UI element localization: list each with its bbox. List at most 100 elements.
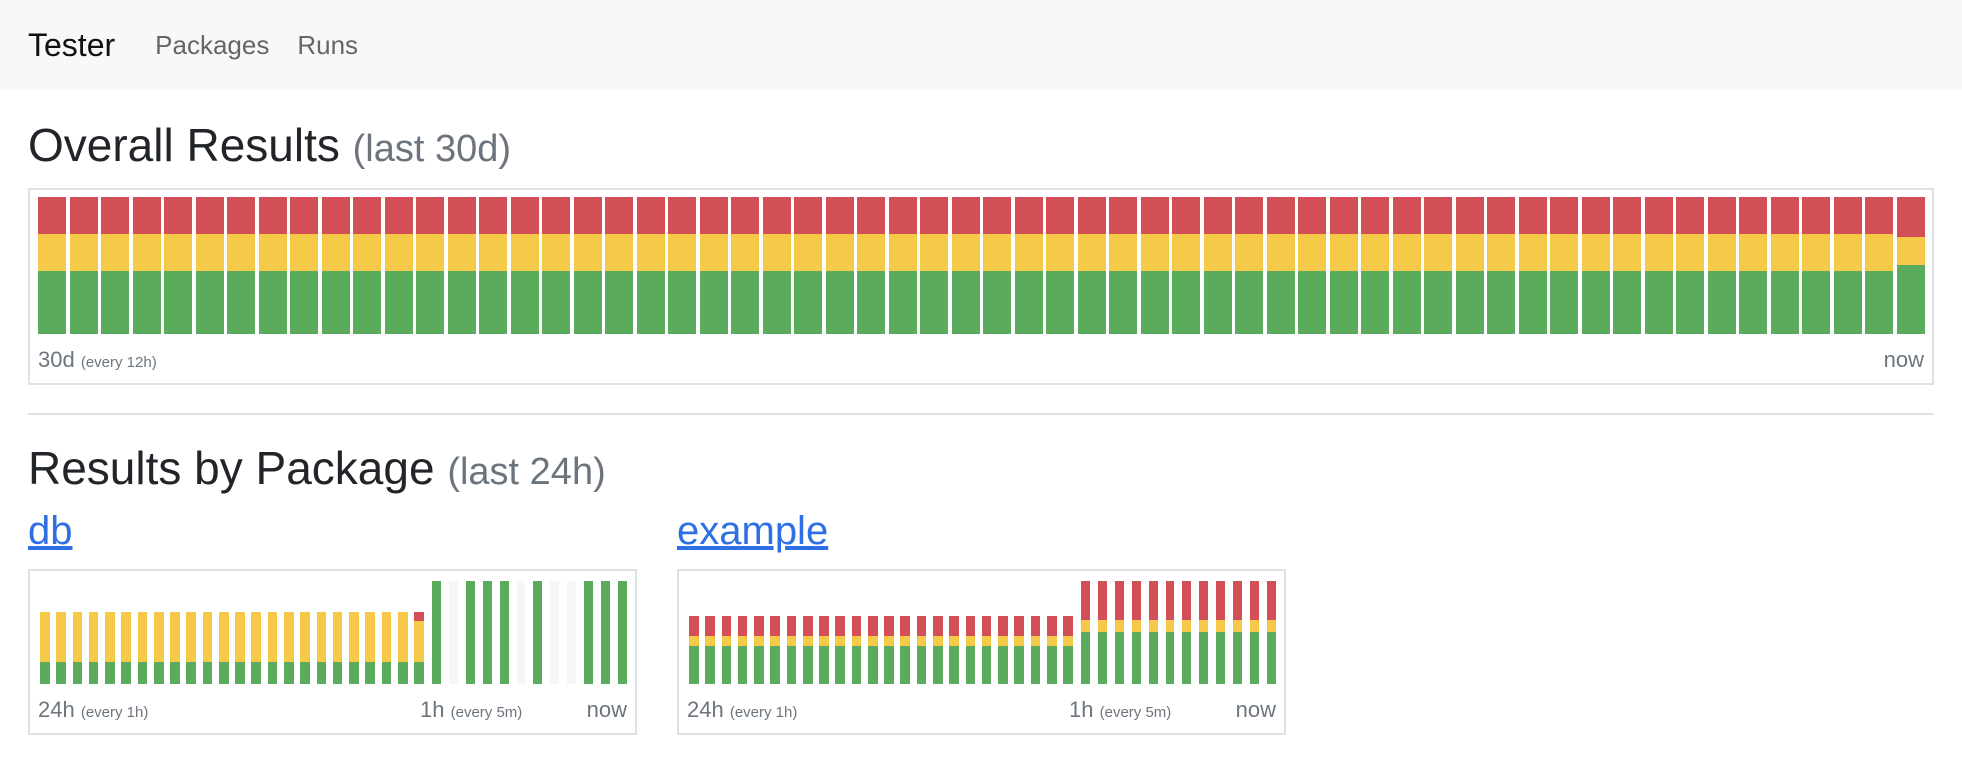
result-bar[interactable] <box>1077 197 1106 334</box>
result-bar[interactable] <box>1233 581 1243 684</box>
nav-link-packages[interactable]: Packages <box>155 30 269 61</box>
result-bar[interactable] <box>1109 197 1138 334</box>
result-bar[interactable] <box>283 611 294 684</box>
result-bar[interactable] <box>636 197 665 334</box>
result-bar[interactable] <box>414 611 424 684</box>
result-bar[interactable] <box>819 616 829 684</box>
result-bar[interactable] <box>550 581 560 684</box>
result-bar[interactable] <box>1131 581 1141 684</box>
result-bar[interactable] <box>668 197 697 334</box>
result-bar[interactable] <box>1250 581 1259 684</box>
result-bar[interactable] <box>1063 616 1073 684</box>
result-bar[interactable] <box>689 616 699 684</box>
result-bar[interactable] <box>949 616 959 684</box>
result-bar[interactable] <box>1455 197 1484 334</box>
result-bar[interactable] <box>170 611 180 684</box>
result-bar[interactable] <box>121 611 131 684</box>
package-link-db[interactable]: db <box>28 511 73 551</box>
result-bar[interactable] <box>432 581 441 684</box>
result-bar[interactable] <box>900 616 911 684</box>
result-bar[interactable] <box>1081 581 1090 684</box>
result-bar[interactable] <box>38 197 67 334</box>
result-bar[interactable] <box>1097 581 1107 684</box>
result-bar[interactable] <box>699 197 728 334</box>
result-bar[interactable] <box>1172 197 1201 334</box>
result-bar[interactable] <box>300 611 310 684</box>
result-bar[interactable] <box>983 197 1012 334</box>
result-bar[interactable] <box>1707 197 1736 334</box>
result-bar[interactable] <box>1550 197 1579 334</box>
result-bar[interactable] <box>888 197 917 334</box>
result-bar[interactable] <box>567 581 577 684</box>
result-bar[interactable] <box>1203 197 1232 334</box>
result-bar[interactable] <box>1046 616 1057 684</box>
result-bar[interactable] <box>465 581 475 684</box>
result-bar[interactable] <box>153 611 164 684</box>
result-bar[interactable] <box>965 616 976 684</box>
result-bar[interactable] <box>857 197 886 334</box>
result-bar[interactable] <box>137 611 148 684</box>
result-bar[interactable] <box>1298 197 1327 334</box>
result-bar[interactable] <box>762 197 791 334</box>
result-bar[interactable] <box>1644 197 1673 334</box>
result-bar[interactable] <box>353 197 382 334</box>
result-bar[interactable] <box>601 581 610 684</box>
result-bar[interactable] <box>1487 197 1516 334</box>
result-bar[interactable] <box>825 197 854 334</box>
result-bar[interactable] <box>721 616 732 684</box>
result-bar[interactable] <box>251 611 262 684</box>
result-bar[interactable] <box>258 197 287 334</box>
result-bar[interactable] <box>290 197 319 334</box>
result-bar[interactable] <box>40 611 50 684</box>
result-bar[interactable] <box>316 611 327 684</box>
result-bar[interactable] <box>321 197 350 334</box>
result-bar[interactable] <box>794 197 823 334</box>
result-bar[interactable] <box>202 611 213 684</box>
result-bar[interactable] <box>1739 197 1768 334</box>
result-bar[interactable] <box>605 197 634 334</box>
result-bar[interactable] <box>542 197 571 334</box>
result-bar[interactable] <box>1140 197 1169 334</box>
result-bar[interactable] <box>1030 616 1041 684</box>
result-bar[interactable] <box>381 611 392 684</box>
result-bar[interactable] <box>1165 581 1175 684</box>
result-bar[interactable] <box>332 611 343 684</box>
result-bar[interactable] <box>397 611 408 684</box>
result-bar[interactable] <box>56 611 66 684</box>
result-bar[interactable] <box>1148 581 1158 684</box>
result-bar[interactable] <box>349 611 359 684</box>
result-bar[interactable] <box>186 611 197 684</box>
result-bar[interactable] <box>573 197 602 334</box>
result-bar[interactable] <box>754 616 764 684</box>
result-bar[interactable] <box>1046 197 1075 334</box>
result-bar[interactable] <box>447 197 476 334</box>
result-bar[interactable] <box>510 197 539 334</box>
result-bar[interactable] <box>867 616 878 684</box>
result-bar[interactable] <box>932 616 943 684</box>
result-bar[interactable] <box>802 616 813 684</box>
result-bar[interactable] <box>1216 581 1226 684</box>
result-bar[interactable] <box>1676 197 1705 334</box>
result-bar[interactable] <box>884 616 894 684</box>
brand-link[interactable]: Tester <box>28 27 115 64</box>
result-bar[interactable] <box>101 197 130 334</box>
result-bar[interactable] <box>835 616 846 684</box>
result-bar[interactable] <box>951 197 980 334</box>
result-bar[interactable] <box>227 197 256 334</box>
result-bar[interactable] <box>920 197 949 334</box>
result-bar[interactable] <box>218 611 229 684</box>
result-bar[interactable] <box>1014 197 1043 334</box>
result-bar[interactable] <box>737 616 748 684</box>
result-bar[interactable] <box>235 611 245 684</box>
result-bar[interactable] <box>1392 197 1421 334</box>
result-bar[interactable] <box>132 197 161 334</box>
result-bar[interactable] <box>1182 581 1192 684</box>
result-bar[interactable] <box>448 581 458 684</box>
result-bar[interactable] <box>479 197 508 334</box>
result-bar[interactable] <box>1802 197 1831 334</box>
result-bar[interactable] <box>365 611 375 684</box>
result-bar[interactable] <box>384 197 413 334</box>
result-bar[interactable] <box>105 611 115 684</box>
result-bar[interactable] <box>584 581 594 684</box>
result-bar[interactable] <box>1114 581 1124 684</box>
